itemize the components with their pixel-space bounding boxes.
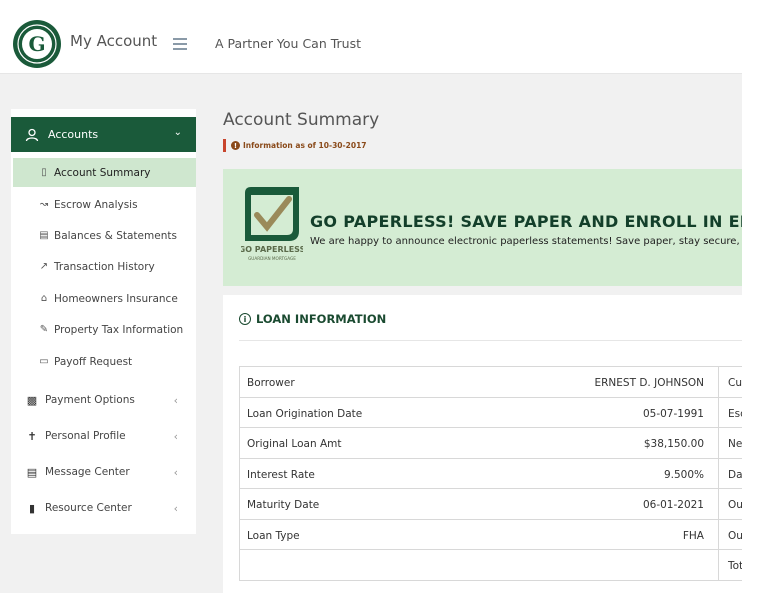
page-edge: [742, 0, 764, 593]
loan-information-table: Borrower ERNEST D. JOHNSON Cu Loan Origi…: [239, 366, 742, 581]
table-row: Borrower ERNEST D. JOHNSON Cu: [240, 367, 742, 398]
sidebar: Accounts ⌄ ▯ Account Summary ↝ Escrow An…: [11, 109, 196, 534]
page-title: Account Summary: [223, 110, 380, 130]
row-label: Loan Type: [247, 529, 300, 542]
sidebar-group-payment-options[interactable]: ▩ Payment Options ‹: [11, 385, 196, 415]
money-icon: ▩: [26, 393, 38, 407]
info-accent-bar: [223, 139, 226, 152]
sidebar-item-escrow-analysis[interactable]: ↝ Escrow Analysis: [13, 190, 196, 219]
document-icon: ▯: [41, 167, 47, 178]
row-label-col2: Ou: [728, 529, 742, 542]
book-icon: ▤: [39, 230, 49, 241]
exclamation-icon: !: [231, 141, 240, 150]
hamburger-menu-icon[interactable]: [173, 38, 187, 50]
sidebar-item-property-tax[interactable]: ✎ Property Tax Information: [13, 315, 196, 344]
row-label-col2: Ou: [728, 499, 742, 511]
sidebar-accounts-toggle[interactable]: Accounts ⌄: [11, 117, 196, 152]
sidebar-item-label: Balances & Statements: [54, 229, 177, 242]
table-row: Original Loan Amt $38,150.00 Ne: [240, 428, 742, 459]
sidebar-item-homeowners-insurance[interactable]: ⌂ Homeowners Insurance: [13, 284, 196, 313]
table-row: Maturity Date 06-01-2021 Ou: [240, 489, 742, 520]
table-row: Loan Origination Date 05-07-1991 Esc: [240, 397, 742, 428]
svg-text:G: G: [28, 32, 45, 56]
sidebar-item-payoff-request[interactable]: ▭ Payoff Request: [13, 347, 196, 376]
row-value: $38,150.00: [643, 438, 704, 450]
sidebar-item-label: Homeowners Insurance: [54, 292, 178, 305]
row-value: 9.500%: [663, 468, 704, 481]
person-icon: ✝: [27, 429, 37, 443]
banner-title: GO PAPERLESS! SAVE PAPER AND ENROLL IN E…: [310, 212, 742, 231]
sidebar-group-label: Personal Profile: [45, 430, 126, 442]
chevron-left-icon: ‹: [173, 501, 178, 515]
chevron-left-icon: ‹: [173, 429, 178, 443]
loan-information-card: i LOAN INFORMATION Borrower ERNEST D. JO…: [223, 295, 742, 593]
row-label: Interest Rate: [247, 468, 315, 481]
row-label-col2: Cu: [728, 377, 742, 389]
app-title: My Account: [70, 32, 158, 50]
sidebar-group-label: Message Center: [45, 466, 130, 478]
newspaper-icon: ▤: [26, 465, 38, 479]
row-label: Original Loan Amt: [247, 438, 342, 450]
table-row: Loan Type FHA Ou: [240, 519, 742, 550]
user-icon: [25, 128, 39, 141]
top-header: G My Account A Partner You Can Trust: [0, 0, 742, 74]
sidebar-item-label: Account Summary: [54, 166, 151, 179]
chart-line-icon: ↝: [39, 199, 49, 210]
banner-text: We are happy to announce electronic pape…: [310, 236, 742, 247]
row-value: FHA: [682, 529, 704, 542]
row-label-col2: Ne: [728, 438, 742, 450]
sidebar-item-account-summary[interactable]: ▯ Account Summary: [13, 158, 196, 187]
chevron-left-icon: ‹: [173, 393, 178, 407]
sidebar-group-personal-profile[interactable]: ✝ Personal Profile ‹: [11, 421, 196, 451]
chevron-down-icon: ⌄: [173, 127, 182, 138]
table-row: Interest Rate 9.500% Da: [240, 458, 742, 489]
sidebar-group-label: Payment Options: [45, 394, 135, 406]
sidebar-item-label: Transaction History: [54, 260, 155, 273]
sidebar-item-label: Payoff Request: [54, 355, 133, 368]
credit-card-icon: ▭: [39, 356, 49, 367]
svg-text:GO PAPERLESS: GO PAPERLESS: [241, 245, 303, 254]
sidebar-accounts-label: Accounts: [48, 128, 99, 141]
sidebar-group-resource-center[interactable]: ▮ Resource Center ‹: [11, 493, 196, 523]
info-as-of-text: Information as of 10-30-2017: [243, 141, 367, 150]
sidebar-group-label: Resource Center: [45, 502, 132, 514]
table-row: Tot: [240, 550, 742, 581]
sidebar-item-transaction-history[interactable]: ↗ Transaction History: [13, 252, 196, 281]
sidebar-item-balances-statements[interactable]: ▤ Balances & Statements: [13, 221, 196, 250]
loan-information-title: i LOAN INFORMATION: [239, 312, 386, 326]
card-divider: [239, 340, 742, 341]
header-tagline: A Partner You Can Trust: [215, 36, 362, 51]
svg-text:GUARDIAN MORTGAGE: GUARDIAN MORTGAGE: [248, 256, 296, 261]
external-link-icon: ↗: [39, 261, 49, 272]
sidebar-item-label: Escrow Analysis: [54, 198, 138, 211]
row-value: ERNEST D. JOHNSON: [594, 377, 705, 389]
sidebar-item-label: Property Tax Information: [54, 323, 184, 336]
go-paperless-logo: GO PAPERLESS GUARDIAN MORTGAGE: [241, 187, 303, 261]
row-label-col2: Esc: [728, 407, 742, 420]
home-icon: ⌂: [40, 293, 48, 304]
paperless-banner[interactable]: GO PAPERLESS GUARDIAN MORTGAGE GO PAPERL…: [223, 169, 742, 286]
info-as-of: ! Information as of 10-30-2017: [223, 139, 367, 152]
row-label: Loan Origination Date: [247, 407, 363, 420]
edit-icon: ✎: [39, 324, 49, 335]
row-label: Borrower: [247, 377, 295, 389]
row-label-col2: Tot: [728, 560, 742, 572]
guardian-logo[interactable]: G: [12, 19, 62, 69]
book-solid-icon: ▮: [28, 501, 36, 515]
sidebar-group-message-center[interactable]: ▤ Message Center ‹: [11, 457, 196, 487]
loan-information-title-text: LOAN INFORMATION: [256, 312, 387, 326]
row-label-col2: Da: [728, 468, 742, 481]
row-value: 05-07-1991: [642, 407, 704, 420]
row-value: 06-01-2021: [642, 499, 704, 511]
info-icon: i: [239, 313, 251, 325]
row-label: Maturity Date: [247, 499, 320, 511]
chevron-left-icon: ‹: [173, 465, 178, 479]
